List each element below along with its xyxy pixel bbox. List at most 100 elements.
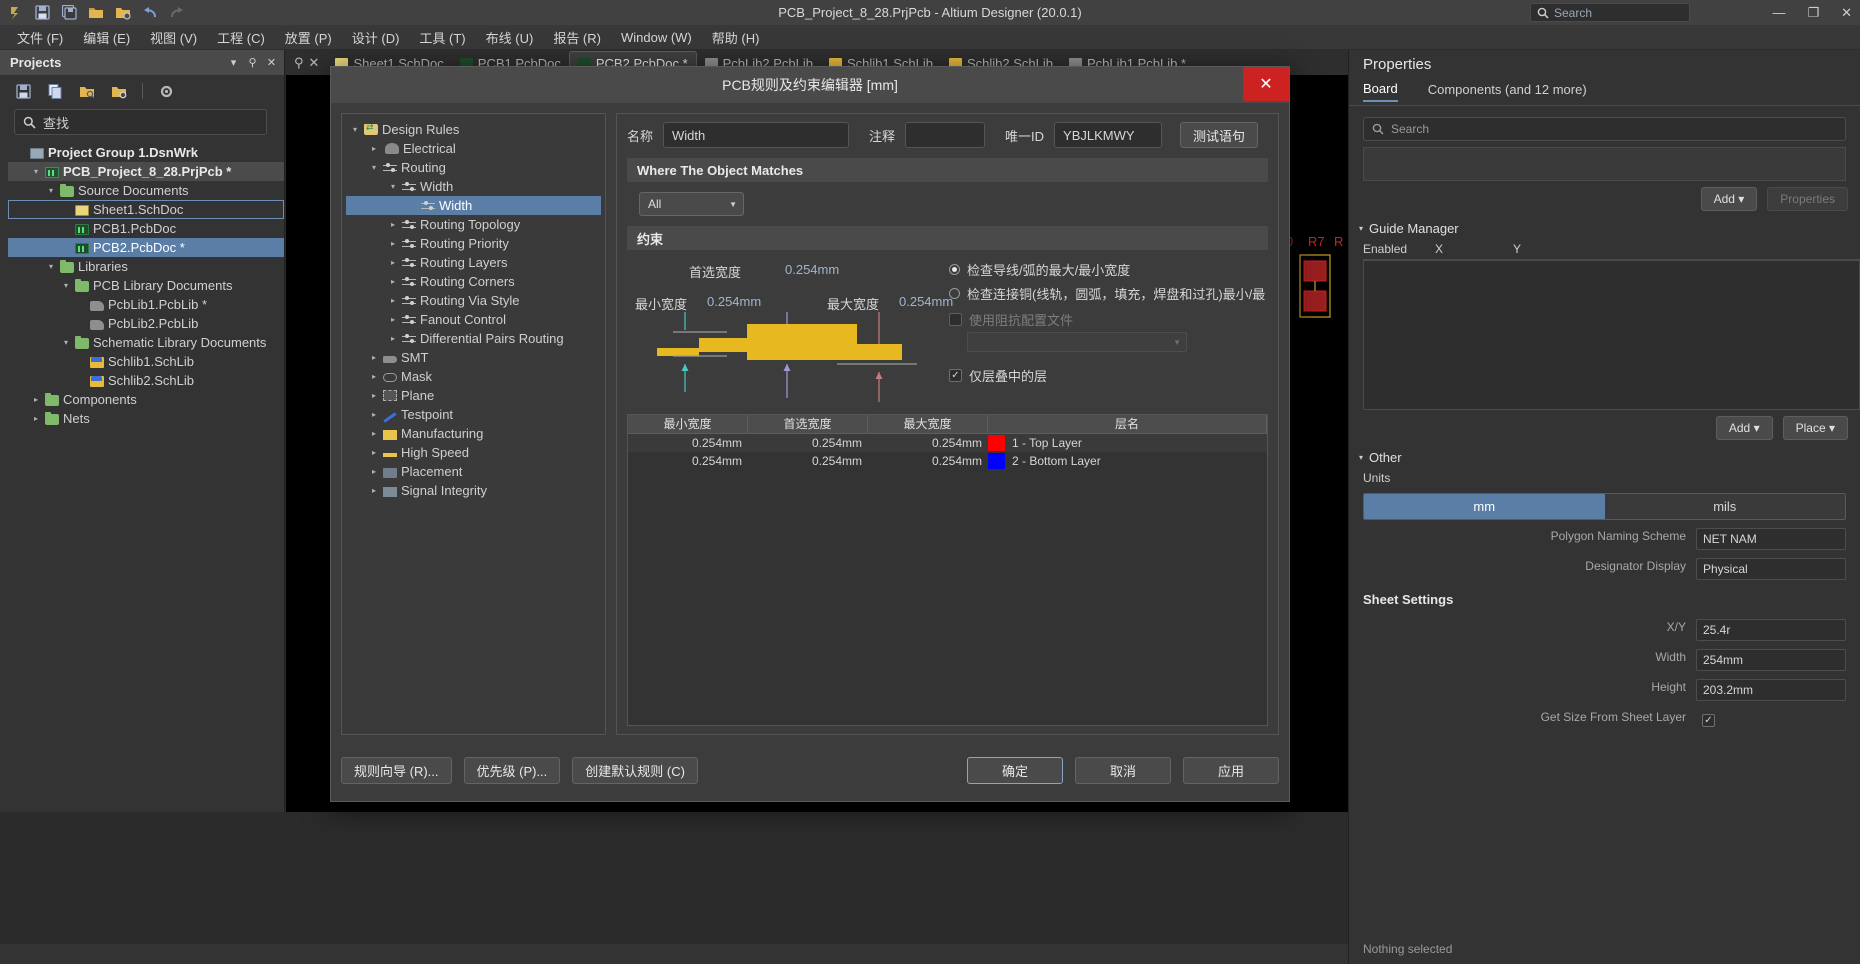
col-preferred-width[interactable]: 首选宽度 <box>748 415 868 433</box>
create-default-rules-button[interactable]: 创建默认规则 (C) <box>572 757 698 784</box>
project-tree-item[interactable]: ▸ PCB1.PcbDoc <box>8 219 284 238</box>
sheet-width-value[interactable]: 254mm <box>1696 649 1846 671</box>
table-cell-pref-width[interactable]: 0.254mm <box>748 434 868 452</box>
chevron-right-icon[interactable]: ▸ <box>388 315 398 324</box>
table-cell-pref-width[interactable]: 0.254mm <box>748 452 868 470</box>
chevron-right-icon[interactable]: ▸ <box>369 391 379 400</box>
pin-icon[interactable]: ⚲ <box>246 56 259 69</box>
project-tree-item[interactable]: ▸ Schlib2.SchLib <box>8 371 284 390</box>
chevron-down-icon[interactable]: ▾ <box>46 262 56 271</box>
rule-tree-item[interactable]: ▸ Electrical <box>346 139 601 158</box>
name-input[interactable]: Width <box>663 122 850 148</box>
chevron-right-icon[interactable]: ▸ <box>61 243 71 252</box>
rule-tree-item[interactable]: ▸ SMT <box>346 348 601 367</box>
rule-tree-item[interactable]: ▸ Routing Via Style <box>346 291 601 310</box>
save-all-icon[interactable] <box>60 4 78 22</box>
project-tree-item[interactable]: ▾ Libraries <box>8 257 284 276</box>
menu-place[interactable]: 放置 (P) <box>276 25 341 50</box>
rule-tree-item[interactable]: ▸ Routing Corners <box>346 272 601 291</box>
chevron-right-icon[interactable]: ▸ <box>76 357 86 366</box>
altium-logo-icon[interactable] <box>6 4 24 22</box>
chevron-right-icon[interactable]: ▸ <box>407 201 417 210</box>
preferred-width-value[interactable]: 0.254mm <box>785 262 839 277</box>
properties-tab[interactable]: Components (and 12 more) <box>1428 82 1587 101</box>
rule-tree-item[interactable]: ▾ Routing <box>346 158 601 177</box>
menu-project[interactable]: 工程 (C) <box>208 25 274 50</box>
layers-in-stackup-checkbox-row[interactable]: ✓ 仅层叠中的层 <box>949 366 1047 385</box>
cancel-button[interactable]: 取消 <box>1075 757 1171 784</box>
chevron-down-icon[interactable]: ▾ <box>61 281 71 290</box>
open-project-icon[interactable] <box>114 4 132 22</box>
project-tree-item[interactable]: ▸ Components <box>8 390 284 409</box>
project-tree-item[interactable]: ▸ Schlib1.SchLib <box>8 352 284 371</box>
save-icon[interactable] <box>33 4 51 22</box>
project-tree-item[interactable]: ▸ PcbLib2.PcbLib <box>8 314 284 333</box>
global-search-input[interactable]: Search <box>1530 3 1690 22</box>
project-tree-item[interactable]: ▸ Sheet1.SchDoc <box>8 200 284 219</box>
chevron-right-icon[interactable]: ▸ <box>76 300 86 309</box>
table-cell-max-width[interactable]: 0.254mm <box>868 452 988 470</box>
chevron-right-icon[interactable]: ▸ <box>388 258 398 267</box>
project-tree-item[interactable]: ▸ Project Group 1.DsnWrk <box>8 143 284 162</box>
rule-tree-item[interactable]: ▸ Signal Integrity <box>346 481 601 500</box>
minimum-width-value[interactable]: 0.254mm <box>707 294 761 309</box>
pin-icon[interactable]: ⚲ <box>294 55 304 71</box>
close-icon[interactable]: ✕ <box>309 55 320 71</box>
col-min-width[interactable]: 最小宽度 <box>628 415 748 433</box>
project-tree-item[interactable]: ▸ PCB2.PcbDoc * <box>8 238 284 257</box>
units-toggle[interactable]: mm mils <box>1363 493 1846 520</box>
design-rules-tree[interactable]: ▾Design Rules▸Electrical▾Routing▾Width▸W… <box>341 113 606 735</box>
chevron-right-icon[interactable]: ▸ <box>369 410 379 419</box>
rule-tree-item[interactable]: ▸ Differential Pairs Routing <box>346 329 601 348</box>
properties-search-input[interactable]: Search <box>1363 117 1846 141</box>
chevron-right-icon[interactable]: ▸ <box>369 353 379 362</box>
rule-tree-item[interactable]: ▸ Width <box>346 196 601 215</box>
rule-tree-item[interactable]: ▸ Plane <box>346 386 601 405</box>
chevron-right-icon[interactable]: ▸ <box>61 224 71 233</box>
table-cell-layer[interactable]: 2 - Bottom Layer <box>988 452 1267 470</box>
add-button[interactable]: Add ▾ <box>1700 187 1758 211</box>
rule-tree-item[interactable]: ▸ Manufacturing <box>346 424 601 443</box>
projects-search-input[interactable]: 查找 <box>14 109 267 135</box>
scope-dropdown[interactable]: All ▼ <box>639 192 744 216</box>
chevron-right-icon[interactable]: ▸ <box>388 277 398 286</box>
properties-button[interactable]: Properties <box>1767 187 1848 211</box>
close-button[interactable]: ✕ <box>1841 6 1852 19</box>
chevron-right-icon[interactable]: ▸ <box>31 414 41 423</box>
chevron-right-icon[interactable]: ▸ <box>388 220 398 229</box>
open-folder-icon[interactable] <box>87 4 105 22</box>
chevron-down-icon[interactable]: ▾ <box>61 338 71 347</box>
sheet-height-value[interactable]: 203.2mm <box>1696 679 1846 701</box>
chevron-right-icon[interactable]: ▸ <box>76 319 86 328</box>
project-tree-item[interactable]: ▸ Nets <box>8 409 284 428</box>
redo-icon[interactable] <box>168 4 186 22</box>
menu-edit[interactable]: 编辑 (E) <box>74 25 139 50</box>
menu-file[interactable]: 文件 (F) <box>8 25 72 50</box>
maximum-width-value[interactable]: 0.254mm <box>899 294 953 309</box>
close-icon[interactable]: ✕ <box>265 56 278 69</box>
chevron-down-icon[interactable]: ▾ <box>350 125 360 134</box>
project-tree-item[interactable]: ▾ PCB_Project_8_28.PrjPcb * <box>8 162 284 181</box>
chevron-right-icon[interactable]: ▸ <box>369 467 379 476</box>
table-row[interactable]: 0.254mm 0.254mm 0.254mm 2 - Bottom Layer <box>628 452 1267 470</box>
priority-button[interactable]: 优先级 (P)... <box>463 757 561 784</box>
units-mm-option[interactable]: mm <box>1364 494 1605 519</box>
open-search-folder-icon[interactable] <box>78 82 96 100</box>
menu-design[interactable]: 设计 (D) <box>343 25 409 50</box>
test-query-button[interactable]: 测试语句 <box>1180 122 1259 148</box>
radio-option-max-min-width[interactable]: 检查导线/弧的最大/最小宽度 <box>949 260 1130 279</box>
chevron-right-icon[interactable]: ▸ <box>61 205 71 214</box>
menu-view[interactable]: 视图 (V) <box>141 25 206 50</box>
other-section-header[interactable]: ▾ Other <box>1349 440 1860 471</box>
rule-tree-item[interactable]: ▾ Width <box>346 177 601 196</box>
menu-route[interactable]: 布线 (U) <box>477 25 543 50</box>
sheet-xy-value[interactable]: 25.4r <box>1696 619 1846 641</box>
chevron-right-icon[interactable]: ▸ <box>388 239 398 248</box>
chevron-down-icon[interactable]: ▾ <box>31 167 41 176</box>
unique-id-input[interactable]: YBJLKMWY <box>1054 122 1163 148</box>
project-tree-item[interactable]: ▾ PCB Library Documents <box>8 276 284 295</box>
width-constraints-table[interactable]: 最小宽度 首选宽度 最大宽度 层名 0.254mm 0.254mm 0.254mm 1… <box>627 414 1268 726</box>
col-layer-name[interactable]: 层名 <box>988 415 1267 433</box>
rule-wizard-button[interactable]: 规则向导 (R)... <box>341 757 452 784</box>
table-cell-max-width[interactable]: 0.254mm <box>868 434 988 452</box>
